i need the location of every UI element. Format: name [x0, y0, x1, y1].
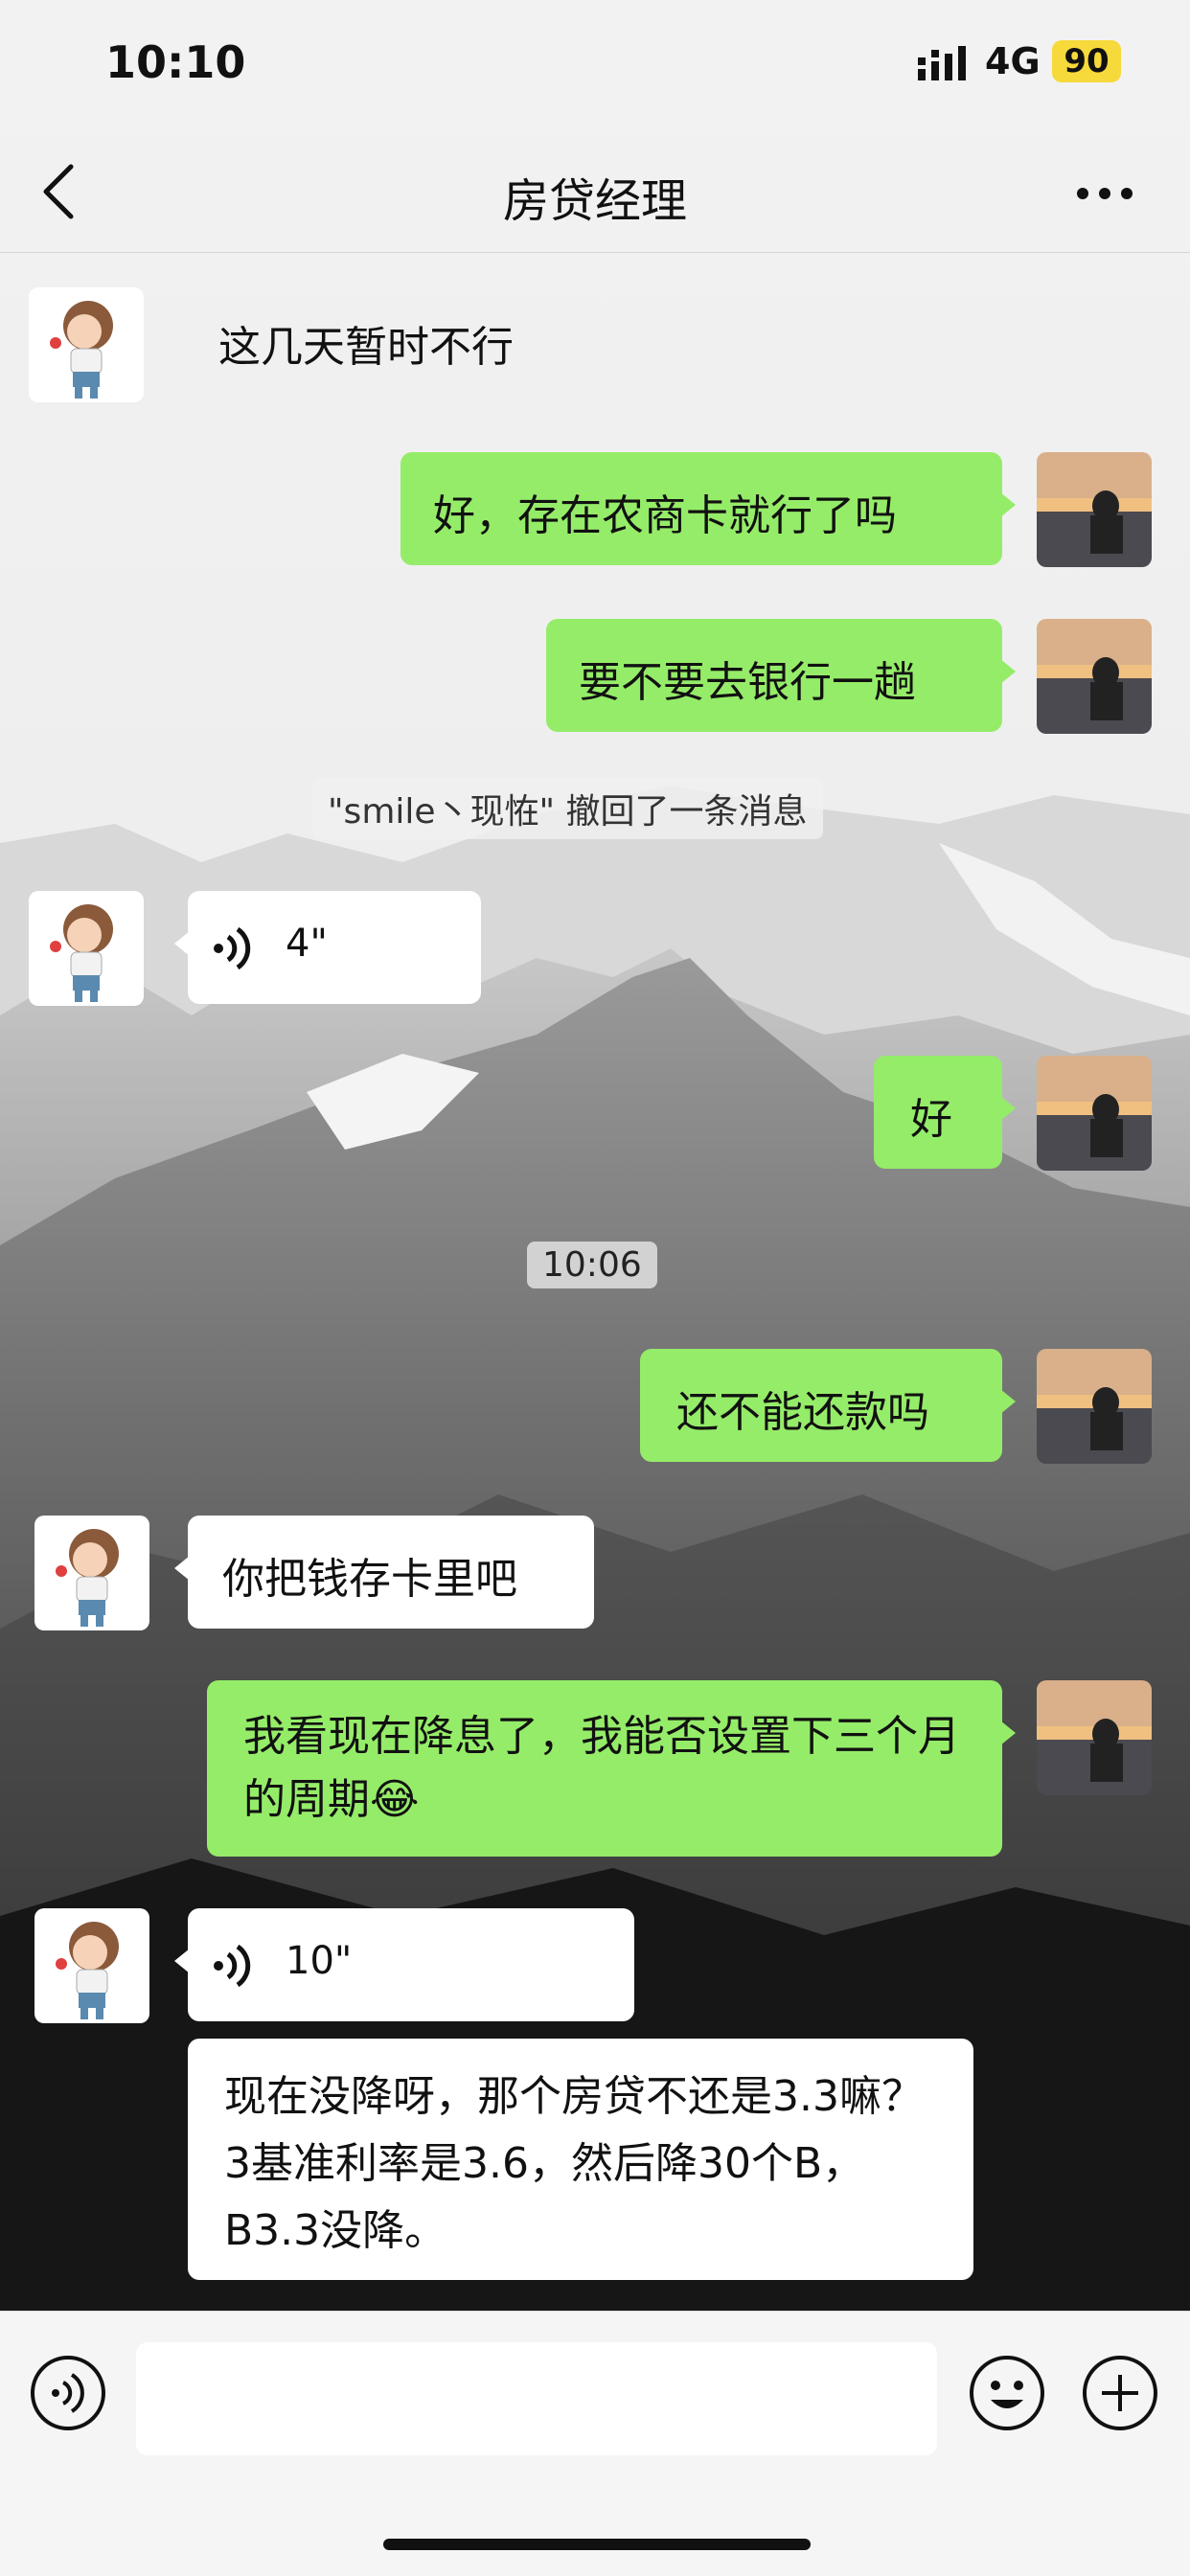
message-text: 这几天暂时不行 — [218, 323, 514, 372]
voice-message[interactable]: 10" — [174, 1908, 634, 2021]
voice-wave-icon — [214, 1944, 251, 1988]
emoji-icon[interactable] — [968, 2354, 1046, 2432]
input-bar — [0, 2311, 1190, 2576]
home-indicator — [383, 2539, 811, 2550]
voice-input-icon[interactable] — [29, 2354, 107, 2432]
contact-avatar[interactable] — [29, 891, 144, 1006]
recall-notice: "smile丶现恠" 撤回了一条消息 — [312, 778, 823, 839]
voice-duration: 4" — [286, 922, 328, 966]
voice-message[interactable]: 4" — [174, 891, 481, 1004]
sent-message[interactable]: 好 — [874, 1056, 1016, 1169]
message-text: 还不能还款吗 — [676, 1388, 929, 1437]
cellular-signal-icon — [918, 46, 966, 80]
contact-avatar[interactable] — [29, 287, 144, 402]
received-message[interactable]: 你把钱存卡里吧 — [174, 1516, 594, 1629]
header-divider — [0, 252, 1190, 253]
my-avatar[interactable] — [1037, 619, 1152, 734]
my-avatar[interactable] — [1037, 1349, 1152, 1464]
chat-title: 房贷经理 — [502, 174, 687, 228]
sent-message[interactable]: 要不要去银行一趟 — [546, 619, 1016, 732]
status-bar: 10:10 4G 90 — [0, 0, 1190, 134]
my-avatar[interactable] — [1037, 452, 1152, 567]
message-text: 我看现在降息了，我能否设置下三个月的周期😂 — [243, 1712, 960, 1824]
received-message[interactable]: 这几天暂时不行 — [192, 287, 540, 400]
voice-duration: 10" — [286, 1939, 353, 1983]
voice-transcript[interactable]: 现在没降呀，那个房贷不还是3.3嘛？3基准利率是3.6，然后降30个B，B3.3… — [188, 2039, 973, 2280]
battery-indicator: 90 — [1052, 40, 1121, 82]
my-avatar[interactable] — [1037, 1680, 1152, 1795]
message-text: 现在没降呀，那个房贷不还是3.3嘛？3基准利率是3.6，然后降30个B，B3.3… — [224, 2072, 924, 2255]
message-text: 好，存在农商卡就行了吗 — [433, 491, 897, 540]
contact-avatar[interactable] — [34, 1908, 149, 2023]
status-time: 10:10 — [105, 36, 246, 88]
sent-message[interactable]: 还不能还款吗 — [640, 1349, 1016, 1462]
sent-message[interactable]: 好，存在农商卡就行了吗 — [400, 452, 1016, 565]
message-text: 好 — [910, 1095, 952, 1144]
my-avatar[interactable] — [1037, 1056, 1152, 1171]
message-text: 要不要去银行一趟 — [579, 658, 916, 707]
message-text: 你把钱存卡里吧 — [222, 1555, 517, 1604]
contact-avatar[interactable] — [34, 1516, 149, 1630]
plus-icon[interactable] — [1081, 2354, 1159, 2432]
chat-timestamp: 10:06 — [527, 1242, 657, 1288]
voice-wave-icon — [214, 926, 251, 970]
more-options-icon[interactable] — [1075, 186, 1134, 201]
message-input[interactable] — [136, 2342, 937, 2455]
sent-message[interactable]: 我看现在降息了，我能否设置下三个月的周期😂 — [207, 1680, 1016, 1857]
chat-header: 房贷经理 — [0, 134, 1190, 253]
network-type: 4G — [985, 40, 1041, 82]
